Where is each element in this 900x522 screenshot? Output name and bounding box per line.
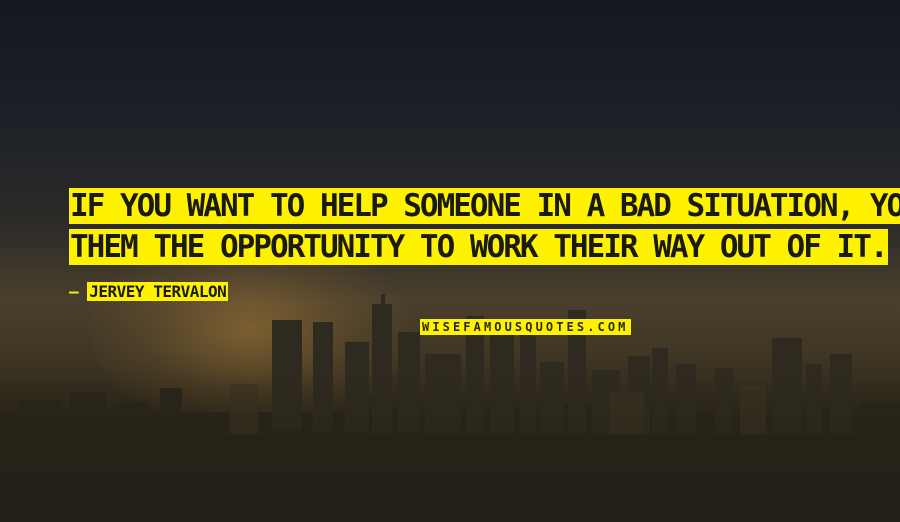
site-watermark: WISEFAMOUSQUOTES.COM xyxy=(420,319,631,335)
ground-haze xyxy=(0,370,900,522)
quote-line-1: IF YOU WANT TO HELP SOMEONE IN A BAD SIT… xyxy=(69,186,900,227)
author-dash: — xyxy=(69,282,88,301)
quote-author: — JERVEY TERVALON xyxy=(69,282,229,302)
quote-text: IF YOU WANT TO HELP SOMEONE IN A BAD SIT… xyxy=(69,186,900,268)
author-name: JERVEY TERVALON xyxy=(87,282,229,301)
quote-image: IF YOU WANT TO HELP SOMEONE IN A BAD SIT… xyxy=(0,0,900,522)
quote-line-2: THEM THE OPPORTUNITY TO WORK THEIR WAY O… xyxy=(69,229,889,265)
